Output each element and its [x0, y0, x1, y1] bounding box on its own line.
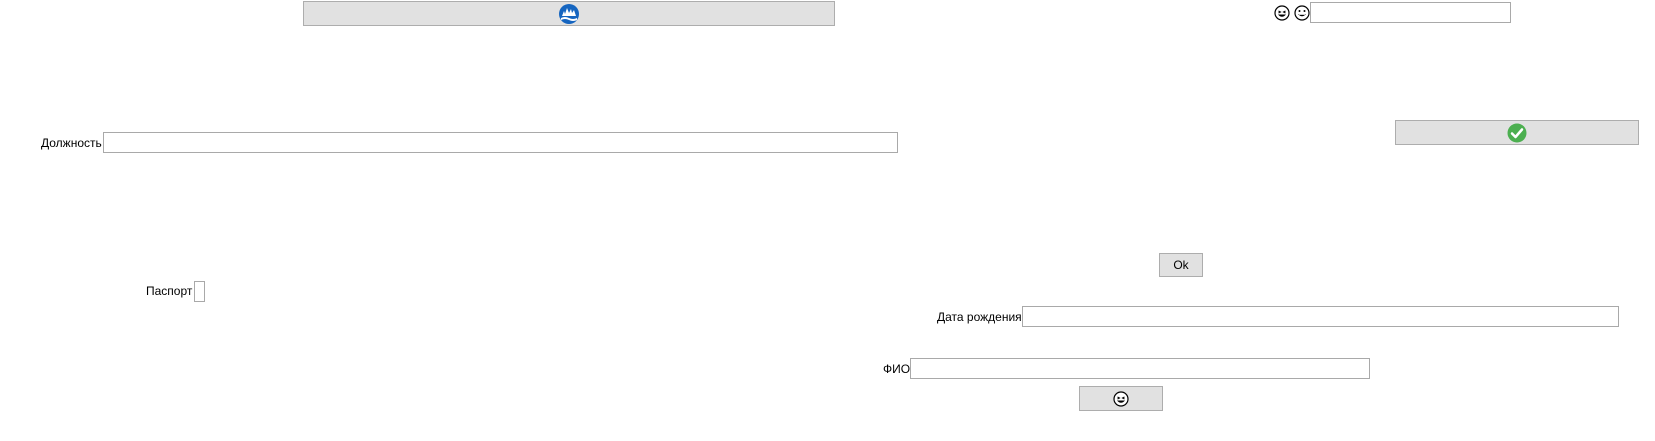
- top-icon-button[interactable]: [303, 1, 835, 26]
- confirm-check-button[interactable]: [1395, 120, 1639, 145]
- globe-water-icon: [558, 3, 580, 25]
- grin-icon: [1294, 5, 1310, 21]
- full-name-label: ФИО: [883, 362, 911, 376]
- birth-date-input[interactable]: [1022, 306, 1619, 327]
- passport-label: Паспорт: [146, 284, 193, 298]
- birth-date-label: Дата рождения: [937, 310, 1022, 324]
- bottom-emoji-button[interactable]: [1079, 386, 1163, 411]
- smile-squint-icon: [1274, 5, 1290, 21]
- ok-button[interactable]: Ok: [1159, 253, 1203, 277]
- laugh-icon: [1113, 390, 1129, 407]
- position-input[interactable]: [103, 132, 898, 153]
- top-right-input[interactable]: [1310, 2, 1511, 23]
- check-icon: [1507, 123, 1527, 143]
- position-label: Должность: [41, 136, 102, 150]
- full-name-input[interactable]: [910, 358, 1370, 379]
- passport-checkbox[interactable]: [194, 281, 205, 302]
